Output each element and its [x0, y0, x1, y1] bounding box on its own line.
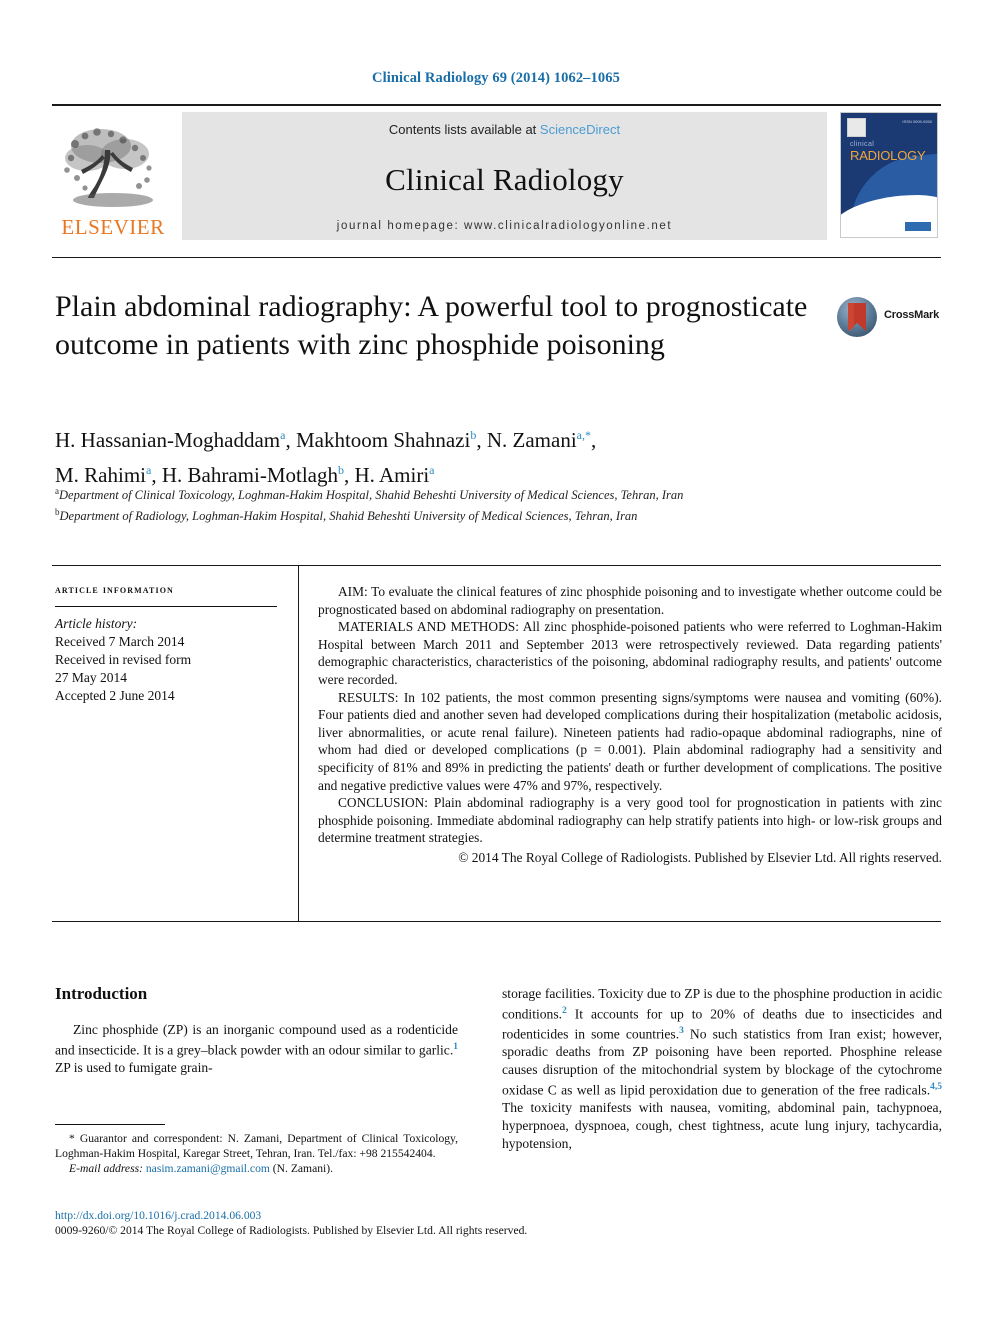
intro-right-text-d: The toxicity manifests with nausea, vomi… — [502, 1100, 942, 1151]
author-6-affil-marker: a — [429, 463, 435, 477]
author-2: Makhtoom Shahnazi — [295, 428, 471, 452]
running-head: Clinical Radiology 69 (2014) 1062–1065 — [372, 70, 620, 86]
publication-footer: http://dx.doi.org/10.1016/j.crad.2014.06… — [55, 1208, 675, 1238]
article-revised-label: Received in revised form — [55, 652, 192, 667]
abstract-copyright: © 2014 The Royal College of Radiologists… — [458, 849, 942, 865]
affiliations: aDepartment of Clinical Toxicology, Logh… — [55, 483, 895, 524]
journal-cover-thumbnail[interactable]: ISSN 0009-9260 clinical RADIOLOGY — [835, 112, 941, 240]
crossmark-label: CrossMark — [884, 309, 940, 321]
doi-link[interactable]: http://dx.doi.org/10.1016/j.crad.2014.06… — [55, 1208, 675, 1223]
email-link[interactable]: nasim.zamani@gmail.com — [146, 1162, 270, 1175]
abstract: AIM: To evaluate the clinical features o… — [318, 583, 942, 867]
email-suffix: (N. Zamani). — [272, 1162, 333, 1176]
elsevier-wordmark: ELSEVIER — [61, 215, 165, 239]
masthead-center-panel: Contents lists available at ScienceDirec… — [182, 112, 827, 240]
page-title: Plain abdominal radiography: A powerful … — [55, 290, 808, 361]
journal-masthead: ELSEVIER Contents lists available at Sci… — [52, 104, 941, 242]
abstract-results: RESULTS: In 102 patients, the most commo… — [318, 689, 942, 793]
abstract-top-divider — [52, 565, 941, 566]
article-history-label: Article history: — [55, 616, 138, 631]
intro-text-a: Zinc phosphide (ZP) is an inorganic comp… — [55, 1021, 458, 1058]
cover-title-large: RADIOLOGY — [850, 148, 926, 163]
author-1: H. Hassanian-Moghaddam — [55, 428, 281, 452]
article-information-rule — [55, 606, 277, 607]
email-note: E-mail address: nasim.zamani@gmail.com (… — [55, 1161, 458, 1176]
author-1-affil-marker: a — [280, 428, 286, 442]
cover-elsevier-mark — [847, 118, 866, 137]
journal-homepage-line[interactable]: journal homepage: www.clinicalradiologyo… — [337, 220, 672, 232]
author-list: H. Hassanian-Moghaddama, Makhtoom Shahna… — [55, 428, 597, 487]
author-3-affil-marker: a,* — [576, 428, 591, 442]
abstract-bottom-divider — [52, 921, 941, 922]
sciencedirect-link[interactable]: ScienceDirect — [540, 122, 620, 137]
cover-title-small: clinical — [850, 141, 875, 148]
contents-prefix: Contents lists available at — [388, 122, 540, 137]
affiliation-b: bDepartment of Radiology, Loghman-Hakim … — [55, 504, 895, 525]
author-3: N. Zamani — [486, 428, 577, 452]
article-information-heading: Article Information — [55, 584, 174, 596]
author-4-affil-marker: a — [146, 463, 152, 477]
body-column-right: storage facilities. Toxicity due to ZP i… — [502, 985, 942, 1153]
journal-title: Clinical Radiology — [385, 161, 624, 197]
author-2-affil-marker: b — [470, 428, 477, 442]
journal-article-page: Clinical Radiology 69 (2014) 1062–1065 E… — [0, 0, 992, 1323]
crossmark-icon — [837, 297, 877, 337]
issn-copyright-line: 0009-9260/© 2014 The Royal College of Ra… — [55, 1224, 528, 1237]
citation-ref-1[interactable]: 1 — [453, 1042, 458, 1052]
footnotes: * Guarantor and correspondent: N. Zamani… — [55, 1131, 458, 1177]
intro-text-b: ZP is used to fumigate grain- — [55, 1059, 213, 1075]
body-column-left: Introduction Zinc phosphide (ZP) is an i… — [55, 985, 458, 1077]
citation-ref-4-5[interactable]: 4,5 — [930, 1082, 942, 1092]
affiliation-a: aDepartment of Clinical Toxicology, Logh… — [55, 483, 895, 504]
contents-available-line: Contents lists available at ScienceDirec… — [389, 122, 620, 137]
abstract-conclusion: CONCLUSION: Plain abdominal radiography … — [318, 795, 942, 846]
article-received-date: Received 7 March 2014 — [55, 634, 185, 649]
intro-paragraph-left: Zinc phosphide (ZP) is an inorganic comp… — [55, 1021, 458, 1077]
article-revised-date: 27 May 2014 — [55, 670, 127, 685]
cover-issn: ISSN 0009-9260 — [902, 119, 932, 124]
crossmark-badge[interactable]: CrossMark — [836, 296, 942, 340]
intro-paragraph-right: storage facilities. Toxicity due to ZP i… — [502, 985, 942, 1153]
correspondence-note: * Guarantor and correspondent: N. Zamani… — [55, 1132, 458, 1161]
title-divider — [52, 257, 941, 258]
affiliation-a-text: Department of Clinical Toxicology, Loghm… — [59, 488, 684, 503]
email-label: E-mail address: — [69, 1162, 143, 1176]
abstract-materials-methods: MATERIALS AND METHODS: All zinc phosphid… — [318, 619, 942, 687]
abstract-aim: AIM: To evaluate the clinical features o… — [318, 584, 942, 617]
elsevier-logo: ELSEVIER — [52, 112, 174, 240]
elsevier-tree-icon — [64, 128, 153, 207]
footnote-divider — [55, 1124, 165, 1125]
author-5-affil-marker: b — [337, 463, 344, 477]
section-heading-introduction: Introduction — [55, 984, 148, 1003]
cover-publisher-badge — [905, 222, 931, 231]
article-accepted-date: Accepted 2 June 2014 — [55, 688, 175, 703]
abstract-vertical-divider — [298, 566, 299, 921]
affiliation-b-text: Department of Radiology, Loghman-Hakim H… — [59, 508, 638, 523]
article-information-panel: Article Information Article history: Rec… — [55, 584, 283, 705]
